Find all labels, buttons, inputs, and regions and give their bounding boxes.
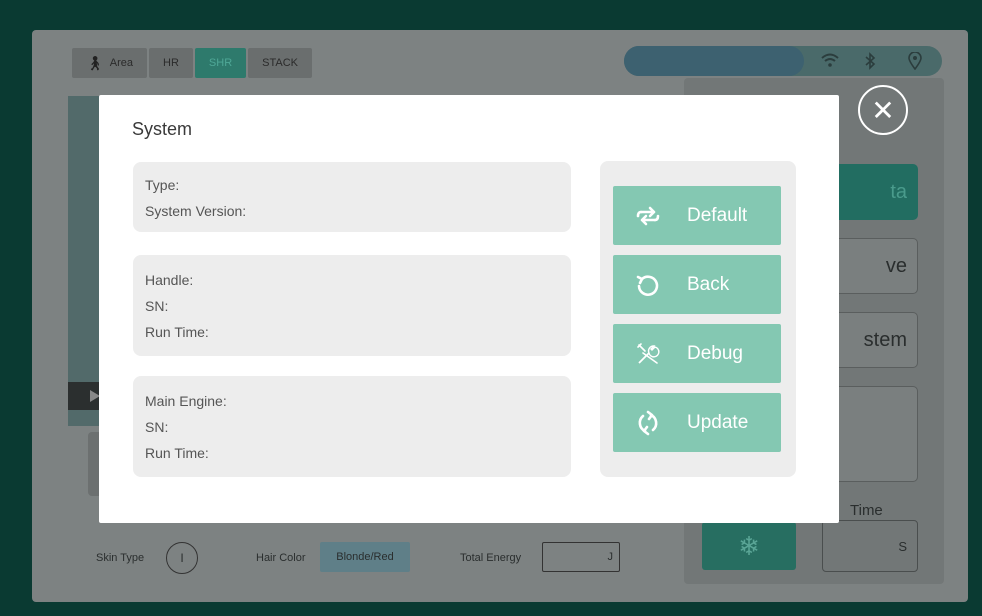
handle-sn-label: SN:: [145, 298, 169, 314]
location-icon: [908, 51, 922, 74]
time-field[interactable]: S: [822, 520, 918, 572]
cooling-button[interactable]: ❄: [702, 522, 796, 570]
tools-icon: [635, 341, 661, 367]
tab-shr[interactable]: SHR: [194, 48, 247, 78]
back-button[interactable]: Back: [613, 255, 781, 314]
tab-hr[interactable]: HR: [149, 48, 193, 78]
handle-info-card: Handle: SN: Run Time:: [133, 255, 571, 356]
back-button-label: Back: [687, 273, 730, 295]
tab-area-label: Area: [109, 57, 134, 69]
main-engine-run-time-label: Run Time:: [145, 445, 209, 461]
total-energy-field[interactable]: J: [542, 542, 620, 572]
action-panel: Default Back Debug Update: [600, 161, 796, 477]
debug-button-label: Debug: [687, 342, 743, 364]
tab-shr-label: SHR: [208, 57, 233, 69]
default-button[interactable]: Default: [613, 186, 781, 245]
hair-color-value: Blonde/Red: [336, 551, 394, 563]
right-button-3-label: stem: [863, 328, 907, 351]
main-engine-label: Main Engine:: [145, 393, 227, 409]
type-label: Type:: [145, 177, 180, 193]
system-info-card: Type: System Version:: [133, 162, 571, 232]
refresh-icon: [635, 410, 661, 436]
total-energy-unit: J: [607, 551, 614, 563]
skin-type-label: Skin Type: [96, 552, 145, 564]
time-label: Time: [850, 502, 883, 519]
skin-type-value: I: [180, 551, 184, 565]
close-icon: ✕: [871, 94, 895, 126]
tab-hr-label: HR: [163, 57, 179, 69]
snowflake-icon: ❄: [738, 530, 760, 561]
right-button-1-label: ta: [890, 180, 907, 203]
update-button-label: Update: [687, 411, 749, 433]
skin-type-selector[interactable]: I: [166, 542, 198, 574]
main-engine-info-card: Main Engine: SN: Run Time:: [133, 376, 571, 477]
time-unit: S: [898, 538, 907, 554]
tab-stack-label: STACK: [262, 57, 299, 69]
status-pill: [624, 46, 804, 76]
handle-run-time-label: Run Time:: [145, 324, 209, 340]
bottom-params: Skin Type I Hair Color Blonde/Red Total …: [32, 538, 672, 580]
hair-color-selector[interactable]: Blonde/Red: [320, 542, 410, 572]
default-button-label: Default: [687, 204, 748, 226]
status-bar: [624, 46, 942, 76]
close-button[interactable]: ✕: [858, 85, 908, 135]
system-dialog: System Type: System Version: Handle: SN:…: [99, 95, 839, 523]
total-energy-label: Total Energy: [460, 552, 522, 564]
undo-circle-icon: [635, 272, 661, 298]
bluetooth-icon: [864, 52, 876, 74]
right-button-2-label: ve: [885, 254, 907, 277]
system-version-label: System Version:: [145, 203, 247, 219]
hair-color-label: Hair Color: [256, 552, 306, 564]
tab-area[interactable]: 🚶︎ Area: [72, 48, 148, 78]
mode-tabs: 🚶︎ Area HR SHR STACK: [72, 48, 313, 78]
main-engine-sn-label: SN:: [145, 419, 169, 435]
cycle-arrows-icon: [635, 203, 661, 229]
debug-button[interactable]: Debug: [613, 324, 781, 383]
dialog-title: System: [132, 119, 193, 139]
update-button[interactable]: Update: [613, 393, 781, 452]
tab-stack[interactable]: STACK: [248, 48, 313, 78]
handle-label: Handle:: [145, 272, 194, 288]
person-icon: 🚶︎: [86, 54, 104, 71]
wifi-icon: [820, 52, 840, 72]
